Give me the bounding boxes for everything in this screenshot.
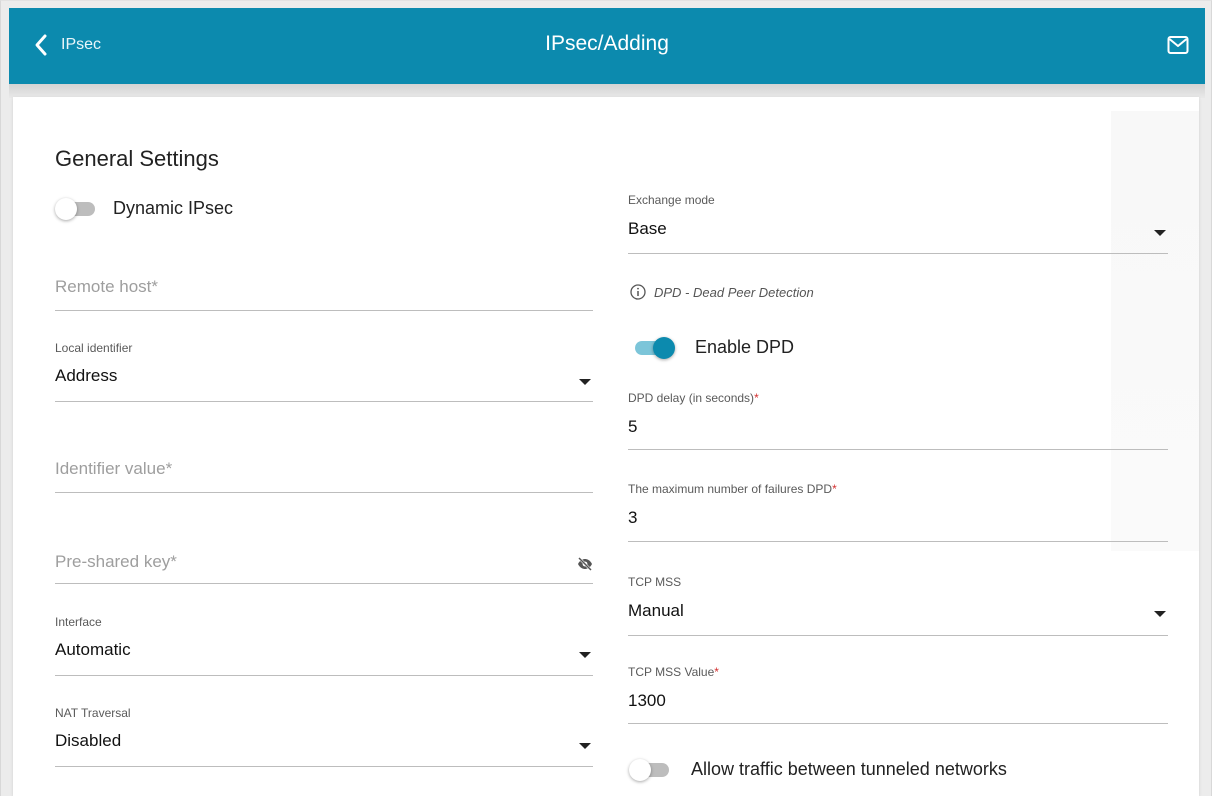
required-mark: * [151, 277, 159, 296]
chevron-down-icon [579, 652, 591, 658]
remote-host-field[interactable]: Remote host* [55, 277, 593, 311]
header-shadow [9, 84, 1205, 98]
dpd-info-text: DPD - Dead Peer Detection [654, 284, 814, 300]
page-title: IPsec/Adding [545, 32, 669, 55]
toggle-track [635, 336, 675, 359]
chevron-down-icon [1154, 611, 1166, 617]
required-mark: * [165, 459, 173, 478]
input-underline [55, 766, 593, 767]
identifier-value-field[interactable]: Identifier value* [55, 459, 593, 493]
toggle-track [629, 758, 669, 781]
nat-traversal-value: Disabled [55, 731, 122, 750]
input-underline [628, 541, 1168, 542]
input-underline [55, 492, 593, 493]
toggle-knob [653, 336, 675, 359]
interface-label: Interface [55, 615, 102, 629]
pre-shared-key-placeholder: Pre-shared key [55, 552, 171, 571]
dpd-info: DPD - Dead Peer Detection [630, 284, 814, 300]
tcp-mss-value: Manual [628, 601, 684, 620]
tcp-mss-select[interactable]: TCP MSS Manual [628, 575, 1168, 637]
exchange-mode-select[interactable]: Exchange mode Base [628, 193, 1168, 255]
chevron-down-icon [579, 743, 591, 749]
pre-shared-key-field[interactable]: Pre-shared key* [55, 552, 593, 584]
input-underline [55, 675, 593, 676]
top-bar: IPsec IPsec/Adding [9, 8, 1205, 84]
input-underline [628, 635, 1168, 636]
input-underline [55, 310, 593, 311]
dpd-delay-field[interactable]: DPD delay (in seconds)* 5 [628, 391, 1168, 451]
mail-icon[interactable] [1167, 35, 1189, 55]
toggle-knob [629, 758, 651, 781]
input-underline [55, 583, 593, 584]
chevron-down-icon [579, 379, 591, 385]
tcp-mss-value-value: 1300 [628, 691, 666, 710]
dpd-delay-label: DPD delay (in seconds)* [628, 391, 759, 405]
dpd-failures-label: The maximum number of failures DPD* [628, 482, 837, 496]
exchange-mode-label: Exchange mode [628, 193, 715, 207]
local-identifier-select[interactable]: Local identifier Address [55, 341, 593, 403]
input-underline [628, 723, 1168, 724]
identifier-value-placeholder: Identifier value [55, 459, 166, 478]
enable-dpd-toggle[interactable]: Enable DPD [635, 336, 795, 359]
tcp-mss-label: TCP MSS [628, 575, 682, 589]
section-title: General Settings [55, 146, 219, 171]
dpd-failures-value: 3 [628, 508, 638, 527]
input-underline [628, 253, 1168, 254]
interface-value: Automatic [55, 640, 131, 659]
dynamic-ipsec-toggle[interactable]: Dynamic IPsec [55, 197, 234, 220]
dynamic-ipsec-label: Dynamic IPsec [113, 198, 234, 218]
toggle-knob [55, 197, 77, 220]
local-identifier-label: Local identifier [55, 341, 133, 355]
allow-traffic-toggle[interactable]: Allow traffic between tunneled networks [629, 758, 1007, 781]
nat-traversal-label: NAT Traversal [55, 706, 131, 720]
chevron-down-icon [1154, 230, 1166, 236]
input-underline [628, 449, 1168, 450]
tcp-mss-value-label: TCP MSS Value* [628, 665, 719, 679]
dpd-failures-field[interactable]: The maximum number of failures DPD* 3 [628, 482, 1168, 543]
nat-traversal-select[interactable]: NAT Traversal Disabled [55, 706, 593, 768]
enable-dpd-label: Enable DPD [695, 337, 795, 357]
toggle-track [55, 197, 95, 220]
remote-host-placeholder: Remote host [55, 277, 152, 296]
settings-card: General Settings Dynamic IPsec Remote ho… [13, 97, 1199, 796]
allow-traffic-label: Allow traffic between tunneled networks [691, 759, 1007, 779]
exchange-mode-value: Base [628, 219, 667, 238]
dpd-delay-value: 5 [628, 417, 638, 436]
local-identifier-value: Address [55, 366, 118, 385]
required-mark: * [170, 552, 177, 571]
interface-select[interactable]: Interface Automatic [55, 615, 593, 677]
input-underline [55, 401, 593, 402]
eye-off-icon[interactable] [577, 557, 593, 571]
info-icon [630, 284, 646, 300]
tcp-mss-value-field[interactable]: TCP MSS Value* 1300 [628, 665, 1168, 725]
